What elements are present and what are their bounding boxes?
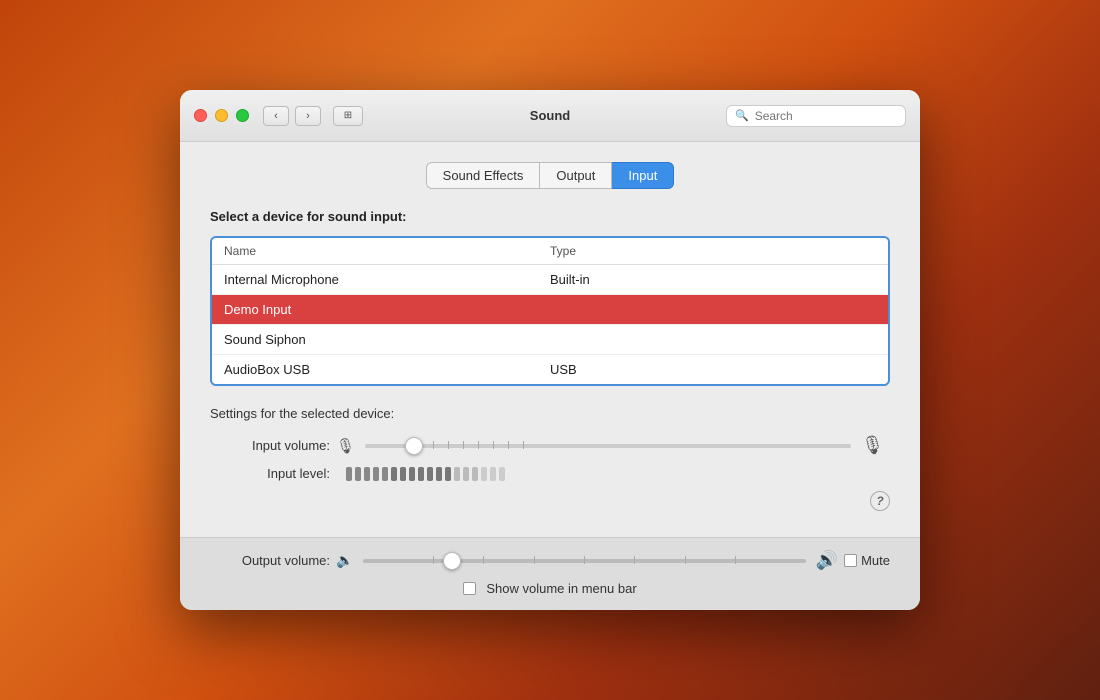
- level-bar: [436, 467, 442, 481]
- table-row[interactable]: AudioBox USB USB: [212, 355, 888, 384]
- output-volume-slider[interactable]: [363, 559, 805, 563]
- input-volume-row: Input volume: 🎙: [210, 435, 890, 456]
- device-name: AudioBox USB: [224, 362, 550, 377]
- level-bar: [346, 467, 352, 481]
- chevron-left-icon: ‹: [274, 110, 278, 122]
- level-bar: [472, 467, 478, 481]
- device-name: Sound Siphon: [224, 332, 550, 347]
- table-header: Name Type: [212, 238, 888, 265]
- mute-checkbox[interactable]: [844, 554, 857, 567]
- tab-sound-effects[interactable]: Sound Effects: [426, 162, 541, 189]
- level-bar: [373, 467, 379, 481]
- level-bar: [382, 467, 388, 481]
- level-bar: [391, 467, 397, 481]
- search-bar[interactable]: 🔍: [726, 105, 906, 127]
- forward-button[interactable]: ›: [295, 106, 321, 126]
- grid-icon: ⊞: [344, 110, 352, 121]
- input-level-row: Input level:: [210, 466, 890, 481]
- table-row[interactable]: Sound Siphon: [212, 325, 888, 355]
- close-button[interactable]: [194, 109, 207, 122]
- table-row[interactable]: Internal Microphone Built-in: [212, 265, 888, 295]
- device-name: Internal Microphone: [224, 272, 550, 287]
- table-row[interactable]: Demo Input: [212, 295, 888, 325]
- column-type: Type: [550, 244, 876, 258]
- device-table: Name Type Internal Microphone Built-in D…: [210, 236, 890, 386]
- level-bar: [418, 467, 424, 481]
- microphone-large-icon: 🎙: [861, 435, 884, 456]
- level-bar: [355, 467, 361, 481]
- input-volume-label: Input volume:: [210, 438, 330, 453]
- device-section-title: Select a device for sound input:: [210, 209, 890, 224]
- device-type: [550, 302, 876, 317]
- search-input[interactable]: [755, 109, 897, 123]
- level-bar: [481, 467, 487, 481]
- speaker-small-icon: 🔈: [336, 552, 353, 569]
- input-level-label: Input level:: [210, 466, 330, 481]
- tab-output[interactable]: Output: [540, 162, 612, 189]
- help-row: ?: [210, 491, 890, 511]
- device-type: [550, 332, 876, 347]
- nav-buttons: ‹ › ⊞: [263, 106, 363, 126]
- settings-section: Settings for the selected device: Input …: [210, 406, 890, 481]
- level-bar: [400, 467, 406, 481]
- window-title: Sound: [530, 108, 570, 123]
- device-type: USB: [550, 362, 876, 377]
- microphone-small-icon: 🎙: [336, 437, 355, 455]
- tab-bar: Sound Effects Output Input: [210, 162, 890, 189]
- search-icon: 🔍: [735, 109, 749, 122]
- sound-preferences-window: ‹ › ⊞ Sound 🔍 Sound Effects Output Input…: [180, 90, 920, 610]
- back-button[interactable]: ‹: [263, 106, 289, 126]
- main-content: Sound Effects Output Input Select a devi…: [180, 142, 920, 537]
- titlebar: ‹ › ⊞ Sound 🔍: [180, 90, 920, 142]
- input-volume-slider[interactable]: [365, 444, 851, 448]
- grid-view-button[interactable]: ⊞: [333, 106, 363, 126]
- level-bar: [445, 467, 451, 481]
- help-button[interactable]: ?: [870, 491, 890, 511]
- level-bar: [364, 467, 370, 481]
- mute-label: Mute: [861, 553, 890, 568]
- bottom-bar: Output volume: 🔈 🔊 Mute: [180, 537, 920, 610]
- level-bar: [499, 467, 505, 481]
- traffic-lights: [194, 109, 249, 122]
- settings-title: Settings for the selected device:: [210, 406, 890, 421]
- show-volume-checkbox[interactable]: [463, 582, 476, 595]
- input-level-meter: [346, 467, 890, 481]
- level-bar: [409, 467, 415, 481]
- column-name: Name: [224, 244, 550, 258]
- show-volume-label: Show volume in menu bar: [486, 581, 636, 596]
- level-bar: [463, 467, 469, 481]
- level-bar: [454, 467, 460, 481]
- output-volume-thumb[interactable]: [443, 552, 461, 570]
- minimize-button[interactable]: [215, 109, 228, 122]
- speaker-large-icon: 🔊: [816, 550, 838, 571]
- show-volume-row: Show volume in menu bar: [210, 581, 890, 596]
- level-bar: [490, 467, 496, 481]
- output-volume-label: Output volume:: [210, 553, 330, 568]
- device-type: Built-in: [550, 272, 876, 287]
- output-volume-row: Output volume: 🔈 🔊 Mute: [210, 550, 890, 571]
- level-bar: [427, 467, 433, 481]
- maximize-button[interactable]: [236, 109, 249, 122]
- input-volume-thumb[interactable]: [405, 437, 423, 455]
- tab-input[interactable]: Input: [612, 162, 674, 189]
- device-name: Demo Input: [224, 302, 550, 317]
- chevron-right-icon: ›: [306, 110, 310, 122]
